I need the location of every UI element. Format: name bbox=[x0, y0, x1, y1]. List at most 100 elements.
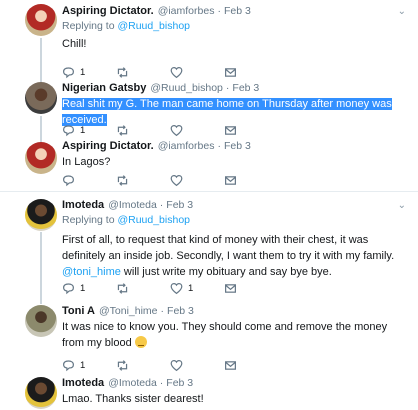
replying-to-link[interactable]: @Ruud_bishop bbox=[117, 20, 190, 32]
reply-count: 1 bbox=[80, 360, 86, 371]
separator-dot: · bbox=[217, 140, 221, 152]
tweet-text-selected: Real shit my G. The man came home on Thu… bbox=[62, 98, 392, 126]
avatar[interactable] bbox=[25, 4, 57, 36]
thread-connector bbox=[40, 116, 42, 144]
replying-to-link[interactable]: @Ruud_bishop bbox=[117, 214, 190, 226]
user-handle[interactable]: @iamforbes bbox=[158, 140, 215, 152]
separator-dot: · bbox=[160, 305, 165, 317]
display-name[interactable]: Imoteda bbox=[62, 377, 104, 389]
reply-button[interactable] bbox=[62, 174, 116, 187]
dm-button[interactable] bbox=[224, 282, 244, 295]
tweet-text-part: It was nice to know you. They should com… bbox=[62, 321, 388, 349]
heart-icon bbox=[170, 125, 183, 137]
tweet-text: First of all, to request that kind of mo… bbox=[62, 232, 408, 280]
retweet-button[interactable] bbox=[116, 66, 170, 79]
tweet-text-part: First of all, to request that kind of mo… bbox=[62, 234, 395, 262]
replying-prefix: Replying to bbox=[62, 20, 118, 32]
retweet-button[interactable] bbox=[116, 282, 170, 295]
retweet-icon bbox=[117, 175, 128, 186]
chevron-down-icon[interactable]: ⌄ bbox=[398, 6, 406, 17]
reply-count: 1 bbox=[80, 67, 86, 78]
separator-dot: · bbox=[159, 199, 164, 211]
retweet-icon bbox=[117, 360, 128, 371]
avatar[interactable] bbox=[25, 377, 57, 409]
avatar[interactable] bbox=[25, 142, 57, 174]
retweet-icon bbox=[117, 125, 128, 136]
envelope-icon bbox=[225, 284, 236, 293]
tweet-text: Chill! bbox=[62, 38, 87, 50]
mention-link[interactable]: @toni_hime bbox=[62, 266, 121, 278]
dm-button[interactable] bbox=[224, 66, 244, 79]
tweet-text: In Lagos? bbox=[62, 156, 111, 168]
display-name[interactable]: Nigerian Gatsby bbox=[62, 82, 146, 94]
separator-dot: · bbox=[225, 82, 230, 94]
envelope-icon bbox=[225, 361, 236, 370]
timestamp[interactable]: Feb 3 bbox=[166, 377, 193, 389]
heart-icon bbox=[170, 67, 183, 79]
tweet-actions bbox=[62, 174, 244, 187]
user-handle[interactable]: @Ruud_bishop bbox=[150, 82, 223, 94]
envelope-icon bbox=[225, 176, 236, 185]
tweet-divider bbox=[0, 191, 418, 192]
like-button[interactable] bbox=[170, 359, 224, 372]
sweat-smile-emoji-icon bbox=[134, 336, 147, 348]
like-button[interactable]: 1 bbox=[170, 282, 224, 295]
reply-icon bbox=[63, 283, 74, 295]
retweet-button[interactable] bbox=[116, 124, 170, 137]
retweet-button[interactable] bbox=[116, 174, 170, 187]
reply-icon bbox=[63, 125, 74, 137]
chevron-down-icon[interactable]: ⌄ bbox=[398, 200, 406, 211]
reply-count: 1 bbox=[80, 125, 86, 136]
like-button[interactable] bbox=[170, 174, 224, 187]
replying-to: Replying to @Ruud_bishop bbox=[62, 214, 408, 226]
user-handle[interactable]: @Toni_hime bbox=[99, 305, 158, 317]
dm-button[interactable] bbox=[224, 174, 244, 187]
dm-button[interactable] bbox=[224, 359, 244, 372]
tweet-actions: 1 1 bbox=[62, 282, 244, 295]
reply-icon bbox=[63, 175, 74, 187]
avatar[interactable] bbox=[25, 199, 57, 231]
reply-button[interactable]: 1 bbox=[62, 124, 116, 137]
reply-button[interactable]: 1 bbox=[62, 282, 116, 295]
dm-button[interactable] bbox=[224, 124, 244, 137]
display-name[interactable]: Toni A bbox=[62, 305, 95, 317]
retweet-button[interactable] bbox=[116, 359, 170, 372]
user-handle[interactable]: @iamforbes bbox=[158, 5, 215, 17]
heart-icon bbox=[170, 283, 183, 295]
separator-dot: · bbox=[217, 5, 221, 17]
tweet-actions: 1 bbox=[62, 124, 244, 137]
reply-icon bbox=[63, 67, 74, 79]
timestamp[interactable]: Feb 3 bbox=[167, 305, 194, 317]
reply-icon bbox=[63, 360, 74, 372]
timestamp[interactable]: Feb 3 bbox=[232, 82, 259, 94]
separator-dot: · bbox=[159, 377, 164, 389]
tweet-text: Lmao. Thanks sister dearest! bbox=[62, 393, 204, 405]
reply-button[interactable]: 1 bbox=[62, 359, 116, 372]
heart-icon bbox=[170, 175, 183, 187]
envelope-icon bbox=[225, 126, 236, 135]
user-handle[interactable]: @Imoteda bbox=[108, 199, 157, 211]
display-name[interactable]: Imoteda bbox=[62, 199, 104, 211]
heart-icon bbox=[170, 360, 183, 372]
tweet-actions: 1 bbox=[62, 66, 244, 79]
display-name[interactable]: Aspiring Dictator. bbox=[62, 5, 154, 17]
retweet-icon bbox=[117, 67, 128, 78]
timestamp[interactable]: Feb 3 bbox=[224, 140, 251, 152]
user-handle[interactable]: @Imoteda bbox=[108, 377, 157, 389]
thread-connector bbox=[40, 38, 42, 84]
like-button[interactable] bbox=[170, 66, 224, 79]
reply-button[interactable]: 1 bbox=[62, 66, 116, 79]
reply-count: 1 bbox=[80, 283, 86, 294]
display-name[interactable]: Aspiring Dictator. bbox=[62, 140, 154, 152]
timestamp[interactable]: Feb 3 bbox=[224, 5, 251, 17]
replying-to: Replying to @Ruud_bishop bbox=[62, 20, 408, 32]
avatar[interactable] bbox=[25, 305, 57, 337]
tweet-text: It was nice to know you. They should com… bbox=[62, 319, 408, 351]
envelope-icon bbox=[225, 68, 236, 77]
tweet-text-part: will just write my obituary and say bye … bbox=[120, 266, 332, 278]
avatar[interactable] bbox=[25, 82, 57, 114]
retweet-icon bbox=[117, 283, 128, 294]
thread-connector bbox=[40, 232, 42, 304]
timestamp[interactable]: Feb 3 bbox=[166, 199, 193, 211]
like-button[interactable] bbox=[170, 124, 224, 137]
